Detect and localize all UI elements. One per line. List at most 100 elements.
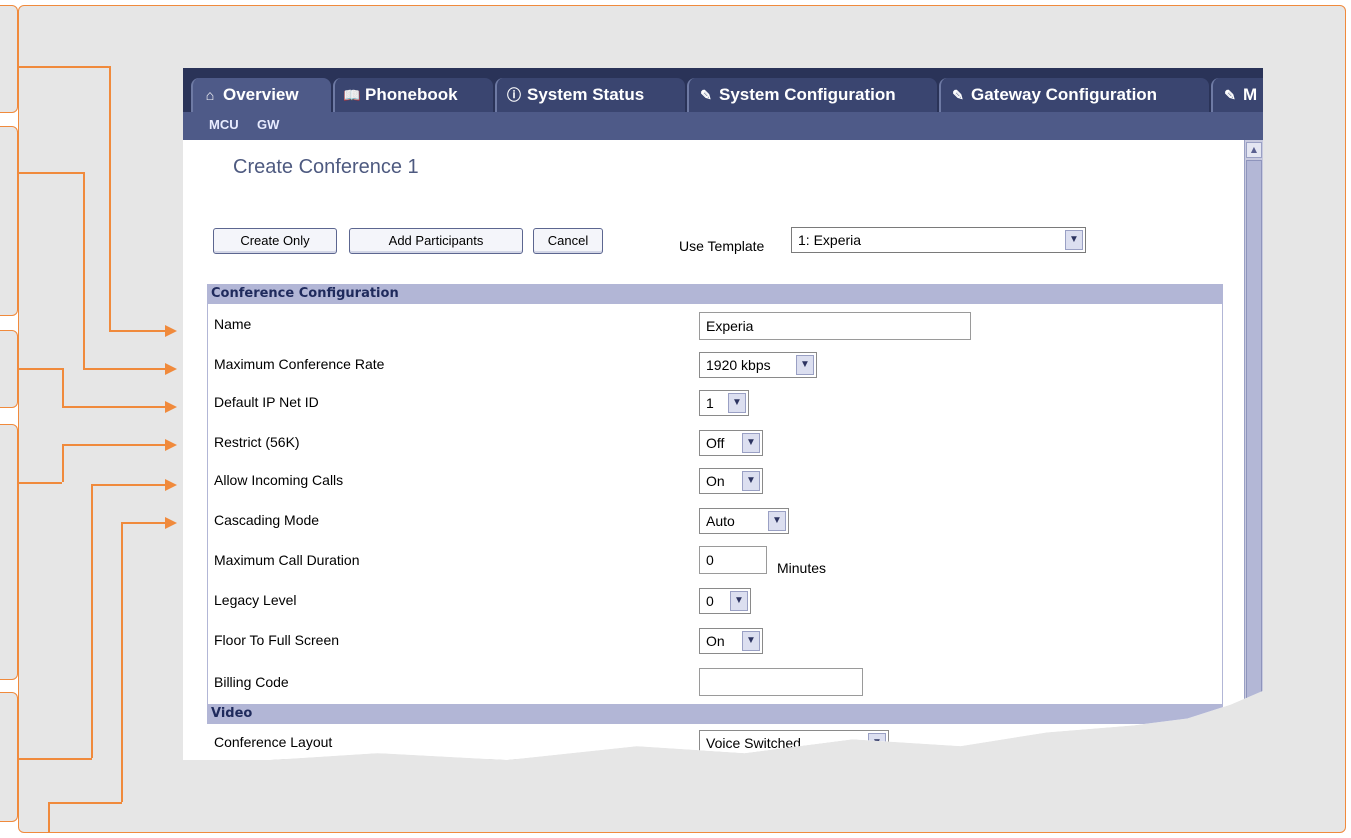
chevron-down-icon: ▼ bbox=[742, 433, 760, 453]
tab-label: M bbox=[1243, 85, 1258, 104]
select-value: Auto bbox=[706, 513, 735, 529]
callout-arrow bbox=[165, 363, 177, 375]
callout-line bbox=[18, 482, 62, 484]
tab-gateway-configuration[interactable]: ✎ Gateway Configuration bbox=[939, 78, 1209, 112]
wrench-icon: ✎ bbox=[700, 87, 712, 103]
floor-full-screen-select[interactable]: On ▼ bbox=[699, 628, 763, 654]
callout-line bbox=[62, 444, 64, 482]
tab-m[interactable]: ✎ M bbox=[1211, 78, 1263, 112]
tab-label: Phonebook bbox=[365, 85, 458, 104]
callout-arrow bbox=[165, 479, 177, 491]
wrench-icon: ✎ bbox=[952, 87, 964, 103]
cancel-button[interactable]: Cancel bbox=[533, 228, 603, 254]
tab-overview[interactable]: ⌂ Overview bbox=[191, 78, 331, 112]
callout-line bbox=[83, 172, 85, 368]
callout-line bbox=[109, 66, 111, 330]
select-value: Off bbox=[706, 435, 725, 451]
annotation-side-box bbox=[0, 424, 18, 680]
callout-line bbox=[91, 484, 93, 758]
tab-system-status[interactable]: ⓘ System Status bbox=[495, 78, 685, 112]
callout-line bbox=[18, 66, 110, 68]
callout-line bbox=[121, 522, 123, 802]
cascading-mode-select[interactable]: Auto ▼ bbox=[699, 508, 789, 534]
book-icon: 📖 bbox=[343, 87, 361, 103]
template-select[interactable]: 1: Experia ▼ bbox=[791, 227, 1086, 253]
restrict-select[interactable]: Off ▼ bbox=[699, 430, 763, 456]
legacy-level-label: Legacy Level bbox=[214, 592, 297, 608]
chevron-down-icon: ▼ bbox=[730, 591, 748, 611]
call-duration-field[interactable]: 0 bbox=[699, 546, 767, 574]
chevron-down-icon: ▼ bbox=[742, 631, 760, 651]
tab-label: Gateway Configuration bbox=[971, 85, 1158, 104]
legacy-level-select[interactable]: 0 ▼ bbox=[699, 588, 751, 614]
max-rate-label: Maximum Conference Rate bbox=[214, 356, 385, 372]
annotation-side-box bbox=[0, 692, 18, 822]
callout-arrow bbox=[165, 517, 177, 529]
select-value: On bbox=[706, 633, 725, 649]
incoming-calls-label: Allow Incoming Calls bbox=[214, 472, 344, 488]
max-rate-select[interactable]: 1920 kbps ▼ bbox=[699, 352, 817, 378]
callout-line bbox=[18, 172, 84, 174]
name-field[interactable]: Experia bbox=[699, 312, 971, 340]
select-value: 0 bbox=[706, 593, 714, 609]
annotation-side-box bbox=[0, 126, 18, 316]
callout-arrow bbox=[165, 401, 177, 413]
tab-bar: ⌂ Overview 📖 Phonebook ⓘ System Status ✎ Sys… bbox=[183, 68, 1263, 114]
info-icon: ⓘ bbox=[507, 87, 521, 103]
select-value: 1 bbox=[706, 395, 714, 411]
callout-line bbox=[48, 802, 50, 832]
callout-line bbox=[62, 406, 167, 408]
callout-arrow bbox=[165, 325, 177, 337]
sub-navigation: MCU GW bbox=[183, 112, 1263, 140]
select-value: 1920 kbps bbox=[706, 357, 771, 373]
section-conference-configuration: Conference Configuration bbox=[207, 284, 1223, 304]
annotation-side-box bbox=[0, 5, 18, 113]
section-video: Video bbox=[207, 704, 1223, 724]
scroll-up-icon[interactable]: ▲ bbox=[1246, 142, 1262, 158]
billing-code-field[interactable] bbox=[699, 668, 863, 696]
name-label: Name bbox=[214, 316, 252, 332]
chevron-down-icon: ▼ bbox=[742, 471, 760, 491]
screenshot-window: ⌂ Overview 📖 Phonebook ⓘ System Status ✎ Sys… bbox=[183, 68, 1263, 760]
tab-label: Overview bbox=[223, 85, 299, 104]
callout-line bbox=[83, 368, 167, 370]
restrict-label: Restrict (56K) bbox=[214, 434, 300, 450]
tab-label: System Configuration bbox=[719, 85, 896, 104]
callout-line bbox=[48, 802, 122, 804]
chevron-down-icon: ▼ bbox=[728, 393, 746, 413]
callout-line bbox=[18, 368, 62, 370]
callout-line bbox=[109, 330, 167, 332]
call-duration-label: Maximum Call Duration bbox=[214, 552, 360, 568]
add-participants-button[interactable]: Add Participants bbox=[349, 228, 523, 254]
use-template-label: Use Template bbox=[679, 238, 765, 254]
callout-arrow bbox=[165, 439, 177, 451]
create-only-button[interactable]: Create Only bbox=[213, 228, 337, 254]
floor-full-screen-label: Floor To Full Screen bbox=[214, 632, 340, 648]
vertical-scrollbar[interactable]: ▲ bbox=[1244, 140, 1263, 760]
callout-line bbox=[91, 484, 167, 486]
cascading-mode-label: Cascading Mode bbox=[214, 512, 320, 528]
minutes-unit: Minutes bbox=[777, 560, 827, 576]
select-value: On bbox=[706, 473, 725, 489]
net-id-label: Default IP Net ID bbox=[214, 394, 319, 410]
scroll-thumb[interactable] bbox=[1246, 160, 1262, 752]
conference-layout-label: Conference Layout bbox=[214, 734, 333, 750]
net-id-select[interactable]: 1 ▼ bbox=[699, 390, 749, 416]
template-value: 1: Experia bbox=[798, 232, 862, 248]
callout-line bbox=[18, 758, 92, 760]
briefcase-icon: ⌂ bbox=[205, 87, 215, 103]
content-area: Create Conference 1 Create Only Add Part… bbox=[183, 140, 1245, 760]
annotation-side-box bbox=[0, 330, 18, 408]
tab-system-configuration[interactable]: ✎ System Configuration bbox=[687, 78, 937, 112]
chevron-down-icon: ▼ bbox=[1065, 230, 1083, 250]
callout-line bbox=[121, 522, 167, 524]
chevron-down-icon: ▼ bbox=[796, 355, 814, 375]
incoming-calls-select[interactable]: On ▼ bbox=[699, 468, 763, 494]
tab-label: System Status bbox=[527, 85, 645, 104]
callout-line bbox=[62, 444, 167, 446]
billing-code-label: Billing Code bbox=[214, 674, 289, 690]
subnav-gw[interactable]: GW bbox=[257, 117, 279, 132]
tab-phonebook[interactable]: 📖 Phonebook bbox=[333, 78, 493, 112]
callout-line bbox=[62, 368, 64, 406]
subnav-mcu[interactable]: MCU bbox=[209, 117, 239, 132]
